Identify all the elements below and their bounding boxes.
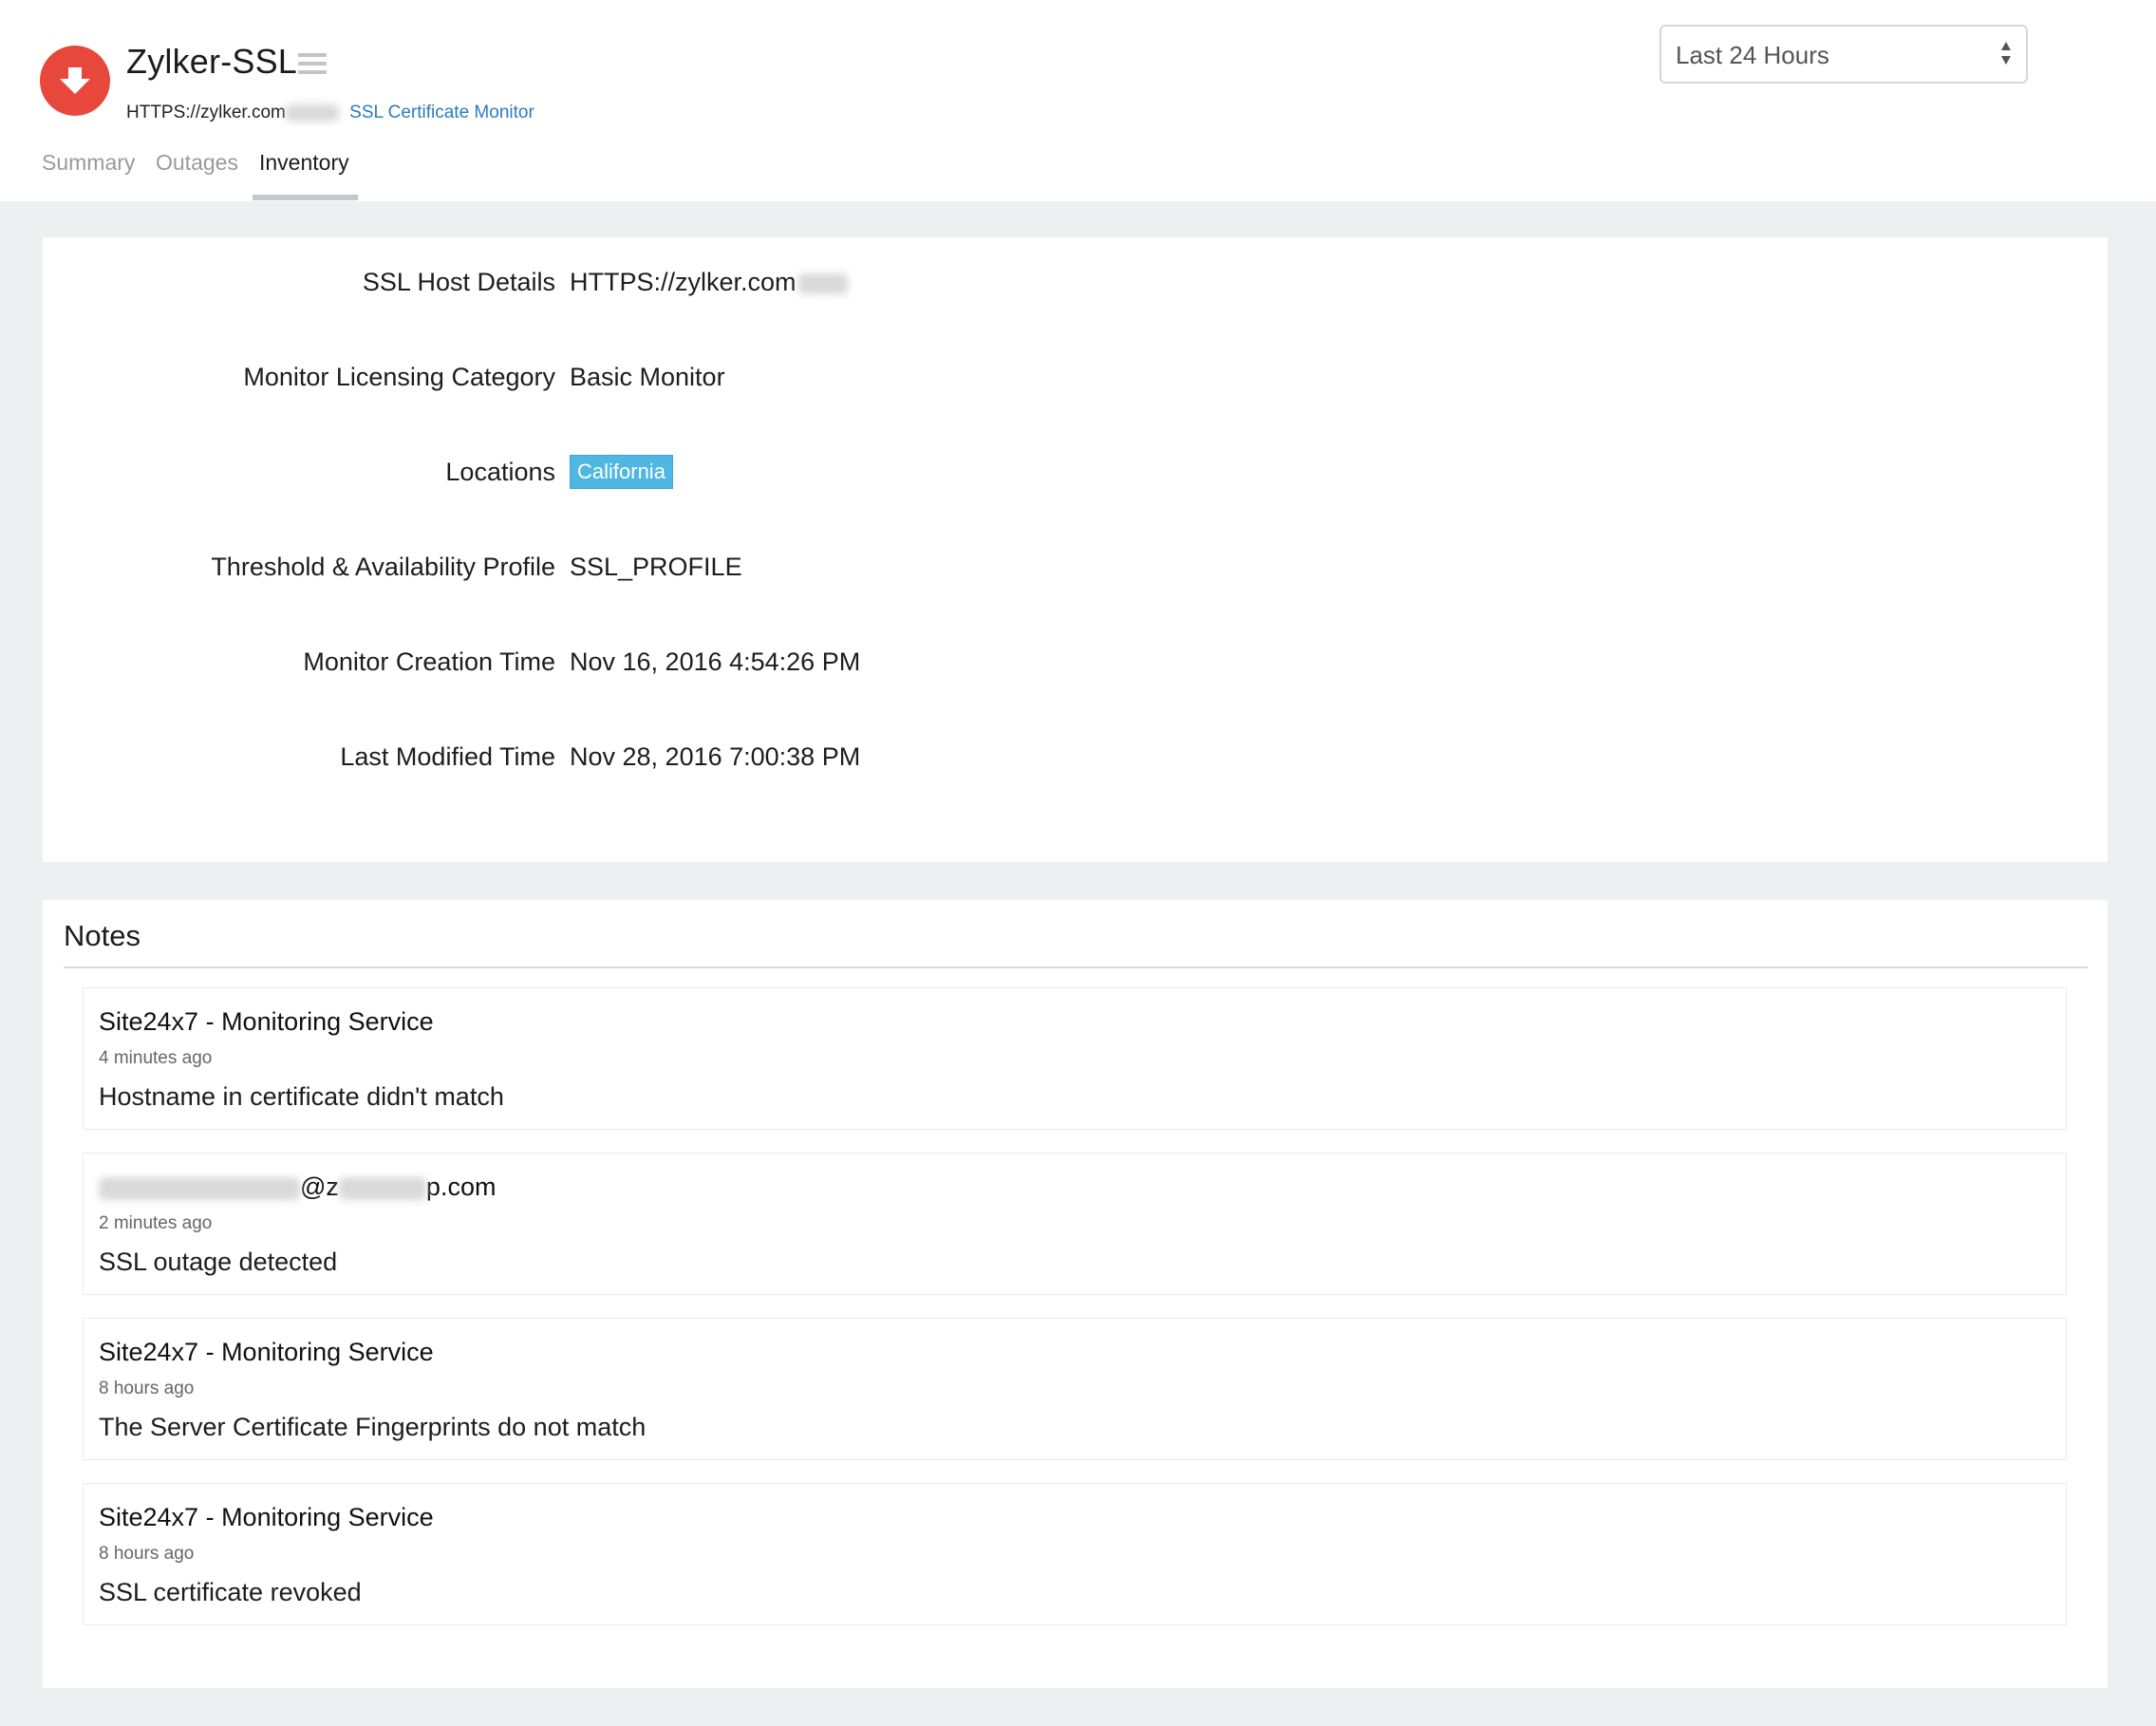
note-item: Site24x7 - Monitoring Service 4 minutes … bbox=[83, 987, 2067, 1130]
notes-title: Notes bbox=[64, 919, 141, 952]
note-item: Site24x7 - Monitoring Service 8 hours ag… bbox=[83, 1318, 2067, 1460]
licensing-row: Monitor Licensing Category Basic Monitor bbox=[43, 363, 2108, 401]
note-time: 8 hours ago bbox=[99, 1544, 195, 1564]
licensing-label: Monitor Licensing Category bbox=[243, 363, 555, 391]
profile-row: Threshold & Availability Profile SSL_PRO… bbox=[43, 553, 2108, 591]
note-item: Site24x7 - Monitoring Service 8 hours ag… bbox=[83, 1483, 2067, 1625]
note-author: Site24x7 - Monitoring Service bbox=[99, 1338, 434, 1366]
ssl-host-label: SSL Host Details bbox=[362, 268, 555, 296]
modified-time-label: Last Modified Time bbox=[340, 742, 555, 771]
locations-row: Locations California bbox=[43, 455, 2108, 496]
location-tag-california[interactable]: California bbox=[570, 455, 673, 489]
creation-time-value: Nov 16, 2016 4:54:26 PM bbox=[570, 647, 861, 676]
note-author-part: @z bbox=[300, 1173, 339, 1201]
time-range-value: Last 24 Hours bbox=[1676, 41, 1829, 69]
note-message: Hostname in certificate didn't match bbox=[99, 1082, 504, 1111]
profile-label: Threshold & Availability Profile bbox=[211, 553, 555, 581]
tab-summary[interactable]: Summary bbox=[42, 150, 135, 176]
redacted-text bbox=[285, 103, 339, 122]
note-author: Site24x7 - Monitoring Service bbox=[99, 1007, 434, 1036]
creation-time-label: Monitor Creation Time bbox=[303, 647, 555, 676]
profile-value: SSL_PROFILE bbox=[570, 553, 742, 581]
tab-inventory[interactable]: Inventory bbox=[259, 150, 349, 176]
arrow-down-icon bbox=[40, 46, 110, 116]
monitor-url: HTTPS://zylker.com bbox=[126, 103, 286, 122]
ssl-host-value: HTTPS://zylker.com bbox=[570, 268, 848, 297]
note-message: SSL outage detected bbox=[99, 1248, 338, 1276]
tab-outages[interactable]: Outages bbox=[156, 150, 238, 176]
note-author-part: p.com bbox=[425, 1173, 497, 1201]
note-author: @z p.com bbox=[99, 1173, 496, 1202]
ssl-host-row: SSL Host Details HTTPS://zylker.com bbox=[43, 268, 2108, 306]
licensing-value: Basic Monitor bbox=[570, 363, 725, 391]
notes-panel: Notes Site24x7 - Monitoring Service 4 mi… bbox=[43, 900, 2108, 1688]
redacted-text bbox=[797, 272, 848, 294]
modified-time-value: Nov 28, 2016 7:00:38 PM bbox=[570, 742, 861, 771]
note-message: SSL certificate revoked bbox=[99, 1578, 362, 1606]
ssl-host-url: HTTPS://zylker.com bbox=[570, 268, 797, 296]
locations-label: Locations bbox=[445, 458, 555, 486]
inventory-panel: SSL Host Details HTTPS://zylker.com Moni… bbox=[43, 237, 2108, 862]
notes-divider bbox=[64, 966, 2088, 968]
note-item: @z p.com 2 minutes ago SSL outage detecte… bbox=[83, 1153, 2067, 1295]
redacted-text bbox=[99, 1176, 300, 1200]
note-time: 4 minutes ago bbox=[99, 1048, 213, 1068]
locations-value: California bbox=[570, 455, 673, 489]
active-tab-indicator bbox=[253, 195, 358, 200]
modified-time-row: Last Modified Time Nov 28, 2016 7:00:38 … bbox=[43, 742, 2108, 780]
monitor-subline: HTTPS://zylker.com SSL Certificate Monit… bbox=[126, 103, 534, 123]
monitor-name: Zylker-SSL bbox=[126, 42, 298, 81]
hamburger-menu-icon[interactable] bbox=[298, 53, 327, 76]
note-author: Site24x7 - Monitoring Service bbox=[99, 1503, 434, 1531]
creation-time-row: Monitor Creation Time Nov 16, 2016 4:54:… bbox=[43, 647, 2108, 685]
select-arrows-icon bbox=[2001, 42, 2011, 65]
note-time: 8 hours ago bbox=[99, 1379, 195, 1398]
monitor-type-link[interactable]: SSL Certificate Monitor bbox=[349, 103, 534, 122]
monitor-header: Zylker-SSL HTTPS://zylker.com SSL Certif… bbox=[0, 0, 2156, 201]
time-range-select[interactable]: Last 24 Hours bbox=[1659, 25, 2028, 84]
redacted-text bbox=[338, 1176, 426, 1200]
note-time: 2 minutes ago bbox=[99, 1213, 213, 1233]
note-message: The Server Certificate Fingerprints do n… bbox=[99, 1413, 647, 1441]
